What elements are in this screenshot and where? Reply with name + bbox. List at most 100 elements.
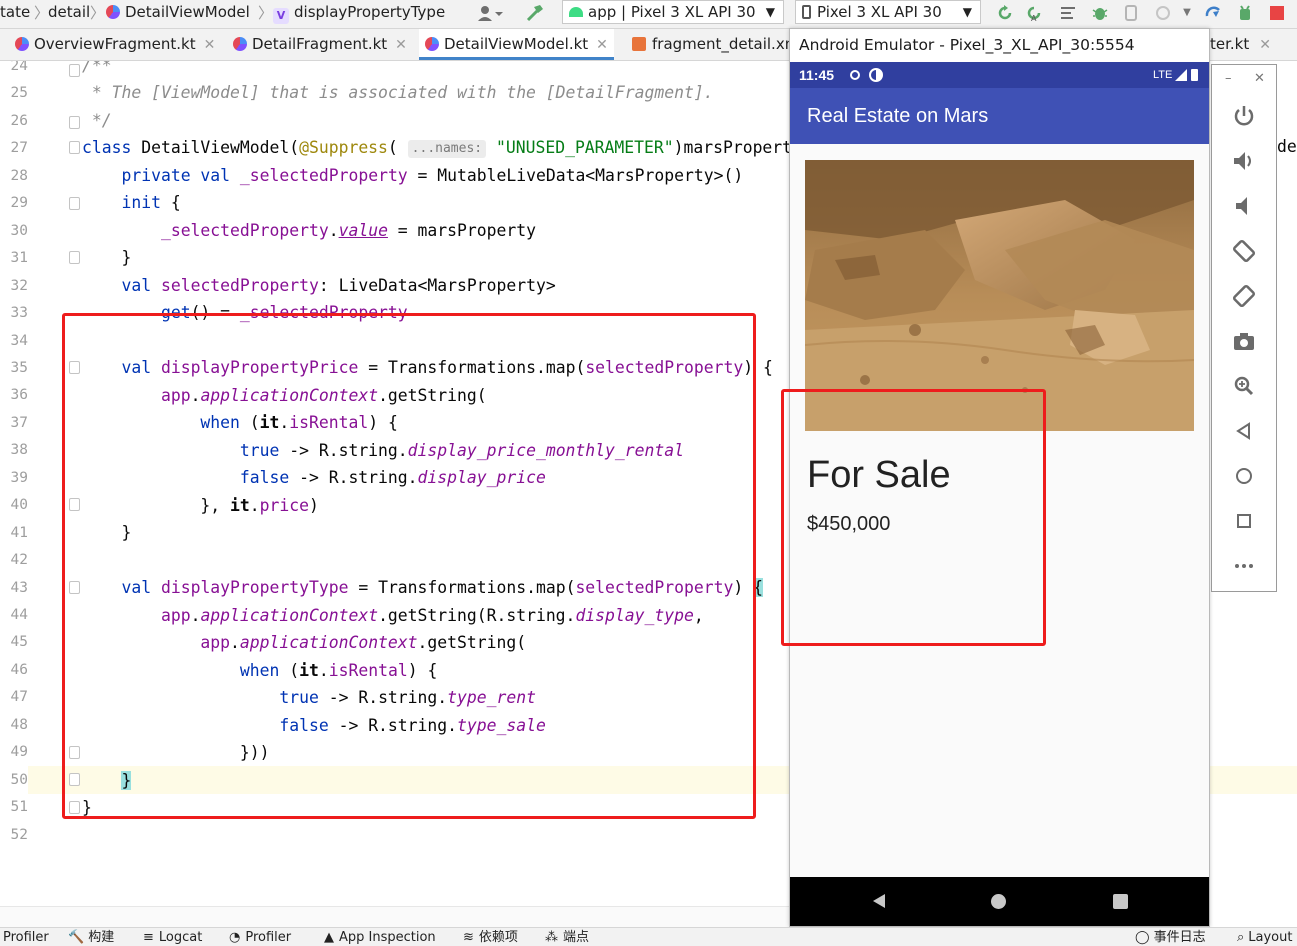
close-icon[interactable]: ✕ (1254, 71, 1265, 86)
line-number: 49 (10, 744, 28, 761)
line-number: 29 (10, 195, 28, 212)
profiler-tab[interactable]: Profiler (3, 930, 49, 946)
volume-up-icon[interactable] (1231, 148, 1257, 174)
close-icon[interactable]: ✕ (596, 37, 608, 53)
zoom-icon[interactable] (1231, 373, 1257, 399)
line-number: 37 (10, 414, 28, 431)
kotlin-file-icon (15, 37, 29, 51)
home-icon[interactable] (1231, 463, 1257, 489)
line-number: 32 (10, 277, 28, 294)
tab-detailviewmodel[interactable]: DetailViewModel.kt ✕ (419, 29, 614, 60)
navigation-toolbar: tate 〉 detail 〉 DetailViewModel 〉 Vdispl… (0, 0, 1297, 29)
breadcrumb-class-label: DetailViewModel (125, 3, 250, 21)
apply-code-changes-icon[interactable]: A (1025, 4, 1043, 23)
build-hammer-icon[interactable] (526, 4, 544, 22)
breadcrumb-project[interactable]: tate (0, 3, 30, 21)
line-number: 42 (10, 552, 28, 569)
code-line-25: * The [ViewModel] that is associated wit… (82, 83, 714, 102)
fold-marker[interactable] (69, 141, 80, 154)
more-options-icon[interactable] (1231, 553, 1257, 579)
overview-icon[interactable] (1231, 508, 1257, 534)
fold-marker[interactable] (69, 116, 80, 129)
device-select[interactable]: Pixel 3 XL API 30 ▼ (795, 0, 981, 24)
back-icon[interactable] (1231, 418, 1257, 444)
event-log-tab[interactable]: ◯ 事件日志 (1135, 930, 1206, 946)
build-tab-label: 构建 (88, 930, 115, 945)
line-number: 34 (10, 332, 28, 349)
breadcrumb-package[interactable]: detail (48, 3, 90, 21)
app-inspection-tab[interactable]: ▲ App Inspection (324, 930, 436, 946)
close-icon[interactable]: ✕ (204, 37, 216, 53)
profiler-tab-2[interactable]: ◔ Profiler (229, 930, 291, 946)
sync-gradle-icon[interactable] (1204, 4, 1222, 22)
build-tab[interactable]: 🔨 构建 (68, 930, 114, 946)
apply-changes-restart-icon[interactable] (996, 4, 1014, 22)
back-nav-icon[interactable] (870, 892, 888, 914)
run-configuration-label: app | Pixel 3 XL API 30 (588, 3, 756, 21)
layout-icon: ⌕ (1237, 930, 1245, 945)
rotate-right-icon[interactable] (1231, 283, 1257, 309)
user-icon[interactable] (476, 4, 504, 22)
line-number: 40 (10, 497, 28, 514)
horizontal-scrollbar[interactable] (0, 906, 790, 927)
tab-partial[interactable]: ter.kt ✕ (1210, 29, 1271, 61)
event-log-icon: ◯ (1135, 930, 1150, 945)
breadcrumb-separator: 〉 (34, 4, 50, 22)
line-number: 44 (10, 607, 28, 623)
recents-nav-icon[interactable] (1113, 894, 1128, 909)
power-icon[interactable] (1231, 103, 1257, 129)
tab-overviewfragment[interactable]: OverviewFragment.kt ✕ (15, 29, 215, 60)
fold-marker[interactable] (69, 64, 80, 77)
avd-manager-icon[interactable] (1236, 4, 1254, 22)
close-icon[interactable]: ✕ (1259, 37, 1271, 53)
close-icon[interactable]: ✕ (395, 37, 407, 53)
current-line-highlight (1210, 766, 1297, 794)
annotation-box-emulator (781, 389, 1046, 646)
line-number: 24 (10, 61, 28, 74)
camera-icon[interactable] (1231, 328, 1257, 354)
logcat-tab[interactable]: ≡ Logcat (143, 930, 202, 946)
emulator-title: Android Emulator - Pixel_3_XL_API_30:555… (790, 29, 1209, 62)
tab-label: ter.kt (1210, 35, 1250, 53)
stop-icon[interactable] (1154, 4, 1172, 22)
endpoints-tab[interactable]: ⁂ 端点 (545, 930, 589, 946)
debug-bug-icon[interactable] (1091, 4, 1109, 22)
code-line-26: */ (82, 111, 112, 130)
home-nav-icon[interactable] (991, 894, 1006, 909)
android-navigation-bar (790, 877, 1209, 926)
inspection-icon: ▲ (324, 930, 334, 945)
chevron-down-icon[interactable]: ▼ (1178, 4, 1196, 22)
line-number: 43 (10, 579, 28, 596)
line-number: 26 (10, 112, 28, 129)
code-line-31: } (82, 248, 132, 267)
code-line-24: /** (82, 61, 112, 75)
code-line-29: init { (121, 193, 181, 212)
tab-fragment-detail-xml[interactable]: fragment_detail.xn (632, 29, 794, 60)
kotlin-file-icon (233, 37, 247, 51)
coverage-icon[interactable] (1059, 4, 1077, 22)
app-toolbar: Real Estate on Mars (790, 88, 1209, 144)
sdk-manager-icon[interactable] (1268, 4, 1286, 22)
breadcrumb-class[interactable]: DetailViewModel (106, 3, 250, 21)
tab-label: OverviewFragment.kt (34, 35, 196, 53)
run-configuration-select[interactable]: app | Pixel 3 XL API 30 ▼ (562, 0, 784, 24)
tab-detailfragment[interactable]: DetailFragment.kt ✕ (233, 29, 407, 60)
layout-inspector-tab[interactable]: ⌕ Layout (1237, 930, 1292, 946)
minimize-icon[interactable]: – (1225, 71, 1232, 86)
parameter-name-hint: ...names: (407, 140, 487, 158)
profiler-attach-icon[interactable] (1123, 4, 1141, 22)
fold-marker[interactable] (69, 251, 80, 264)
fold-marker[interactable] (69, 197, 80, 210)
chevron-down-icon: ▼ (765, 5, 775, 19)
breadcrumb-member[interactable]: VdisplayPropertyType (273, 3, 445, 24)
volume-down-icon[interactable] (1231, 193, 1257, 219)
android-status-bar: 11:45 LTE (790, 62, 1209, 88)
line-number: 31 (10, 250, 28, 267)
line-number: 36 (10, 387, 28, 404)
line-number: 51 (10, 799, 28, 816)
breadcrumb-member-label: displayPropertyType (294, 3, 446, 21)
line-number: 38 (10, 442, 28, 459)
rotate-left-icon[interactable] (1231, 238, 1257, 264)
kotlin-class-icon (106, 5, 120, 19)
dependencies-tab[interactable]: ≋ 依赖项 (463, 930, 518, 946)
